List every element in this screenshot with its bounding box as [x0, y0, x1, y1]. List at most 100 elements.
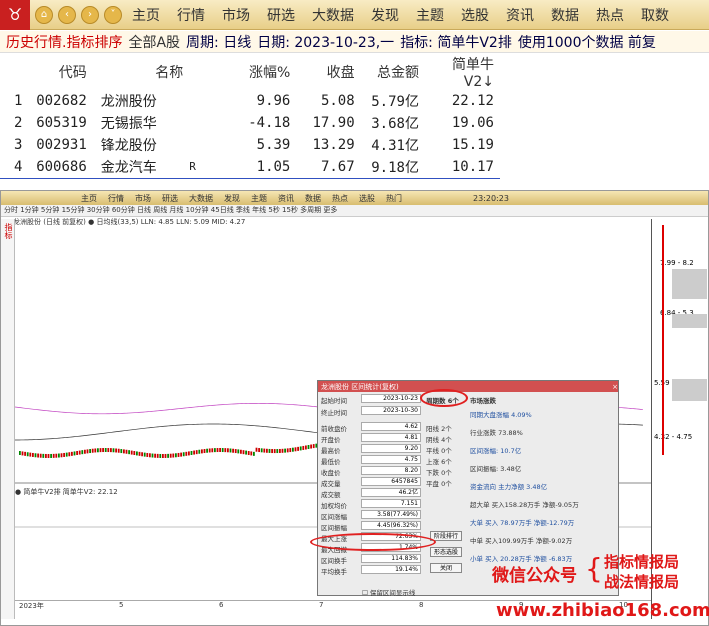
column-header[interactable]	[0, 54, 32, 90]
depth-bar-1	[672, 269, 707, 299]
bottom-menu-item[interactable]: 热门	[386, 193, 402, 204]
bottom-menu-item[interactable]: 热点	[332, 193, 348, 204]
market-selector[interactable]: 全部A股	[128, 32, 180, 52]
candle	[299, 446, 302, 451]
candle	[146, 452, 149, 457]
candle	[107, 448, 110, 453]
menu-item[interactable]: 热点	[596, 5, 624, 25]
candle	[164, 453, 167, 458]
indicator-label[interactable]: 指标: 简单牛V2排	[400, 32, 512, 52]
menu-item[interactable]: 主页	[132, 5, 160, 25]
cell-close: 5.08	[320, 93, 355, 109]
column-header[interactable]: 代码	[32, 54, 93, 90]
quote-table: 代码 名称 涨幅% 收盘 总金额 简单牛V2↓ 1 002682 龙洲股份 9.96 5.08 5.…	[0, 54, 500, 179]
candle	[133, 451, 136, 456]
forward-nav-icon[interactable]: ›	[81, 5, 99, 24]
candle	[39, 453, 42, 458]
dropdown-nav-icon[interactable]: ˅	[104, 5, 122, 24]
candle	[289, 448, 292, 453]
top-screenshot: ♉ ⌂ ‹ › ˅ 主页 行情 市场 研选 大数据 发现 主题 选股 资讯 数据 热点 取数 历史行情…	[0, 0, 709, 178]
stat-value: 3.58(77.49%)	[361, 510, 421, 519]
candle	[286, 448, 289, 453]
table-row[interactable]: 1 002682 龙洲股份 9.96 5.08 5.79亿 22.12	[0, 90, 500, 112]
bottom-menu-item[interactable]: 行情	[108, 193, 124, 204]
indicator-caption: ● 简单牛V2排 简单牛V2: 22.12	[15, 488, 118, 496]
stat-value: 19.14%	[361, 565, 421, 574]
table-row[interactable]: 2 605319 无锡振华 -4.18 17.90 3.68亿 19.06	[0, 112, 500, 134]
bottom-menu-item[interactable]: 发现	[224, 193, 240, 204]
market-stat: 资金流向 主力净额 3.48亿	[470, 483, 548, 491]
bottom-menu-item[interactable]: 研选	[162, 193, 178, 204]
candle	[123, 449, 125, 454]
menu-item[interactable]: 资讯	[506, 5, 534, 25]
candle	[297, 446, 299, 451]
candle	[136, 451, 138, 456]
date-label[interactable]: 日期: 2023-10-23,一	[257, 32, 394, 52]
menu-item[interactable]: 主题	[416, 5, 444, 25]
bottom-menu-item[interactable]: 主页	[81, 193, 97, 204]
side-tab[interactable]: 页切	[1, 223, 3, 615]
keep-line-checkbox[interactable]: ☐ 保留区间显示线	[362, 587, 415, 597]
candle	[185, 451, 188, 456]
candle	[310, 444, 312, 449]
candle	[29, 452, 32, 457]
period-label[interactable]: 周期: 日线	[186, 32, 251, 52]
bottom-menu-item[interactable]: 大数据	[189, 193, 213, 204]
end-date-field[interactable]: 2023-10-30	[361, 406, 421, 415]
column-header[interactable]: 名称	[93, 54, 189, 90]
title-bar: 历史行情.指标排序 全部A股 周期: 日线 日期: 2023-10-23,一 指…	[0, 31, 709, 53]
candle	[247, 451, 250, 456]
table-row[interactable]: 4 600686 金龙汽车 R 1.05 7.67 9.18亿 10.17	[0, 156, 500, 178]
candle	[177, 452, 180, 457]
home-nav-icon[interactable]: ⌂	[35, 5, 53, 24]
candle	[284, 448, 286, 453]
menu-item[interactable]: 发现	[371, 5, 399, 25]
candle	[240, 449, 242, 454]
candle	[232, 448, 234, 453]
candle	[253, 451, 255, 456]
bottom-menu-item[interactable]: 市场	[135, 193, 151, 204]
stat-value: 4.45(96.32%)	[361, 521, 421, 530]
menu-item[interactable]: 大数据	[312, 5, 354, 25]
menu-item[interactable]: 研选	[267, 5, 295, 25]
market-stat: 大单 买入 78.97万手 净额-12.79万	[470, 519, 575, 527]
side-tabs[interactable]: 指标页切选股五日分析	[1, 219, 15, 619]
cell-chg: 5.39	[256, 137, 291, 153]
column-header[interactable]: 收盘	[296, 54, 360, 90]
candle	[294, 447, 297, 452]
candle	[193, 450, 195, 455]
candle-count: 阳线 2个	[426, 425, 452, 433]
menu-item[interactable]: 市场	[222, 5, 250, 25]
column-header[interactable]	[189, 54, 232, 90]
candle	[143, 452, 146, 457]
bottom-menu-item[interactable]: 资讯	[278, 193, 294, 204]
candle	[271, 449, 273, 454]
candle	[125, 449, 128, 454]
candle	[302, 445, 305, 450]
back-nav-icon[interactable]: ‹	[58, 5, 76, 24]
column-header[interactable]: 总金额	[361, 54, 425, 90]
table-row[interactable]: 3 002931 锋龙股份 5.39 13.29 4.31亿 15.19	[0, 134, 500, 156]
menu-item[interactable]: 取数	[641, 5, 669, 25]
dialog-button[interactable]: 关闭	[430, 563, 462, 573]
bottom-menu-item[interactable]: 数据	[305, 193, 321, 204]
stat-value: 4.81	[361, 433, 421, 442]
bottom-menu-item[interactable]: 主题	[251, 193, 267, 204]
menu-item[interactable]: 行情	[177, 5, 205, 25]
bottom-menu-item[interactable]: 选股	[359, 193, 375, 204]
stat-value: 46.2亿	[361, 488, 421, 497]
menu-item[interactable]: 选股	[461, 5, 489, 25]
candle	[94, 448, 97, 453]
start-date-field[interactable]: 2023-10-23	[361, 394, 421, 403]
period-toolbar[interactable]: 分时 1分钟 5分钟 15分钟 30分钟 60分钟 日线 周线 月线 10分钟 …	[1, 205, 708, 217]
column-header[interactable]: 简单牛V2↓	[425, 54, 500, 90]
dialog-button[interactable]: 形态选股	[430, 547, 462, 557]
side-tab[interactable]: 指标	[3, 223, 14, 615]
menu-item[interactable]: 数据	[551, 5, 579, 25]
candle	[268, 448, 271, 453]
candle	[19, 451, 21, 455]
column-header[interactable]: 涨幅%	[232, 54, 296, 90]
cell-chg: 9.96	[256, 93, 291, 109]
close-icon[interactable]: ×	[612, 383, 618, 391]
x-tick: 7	[319, 601, 324, 609]
